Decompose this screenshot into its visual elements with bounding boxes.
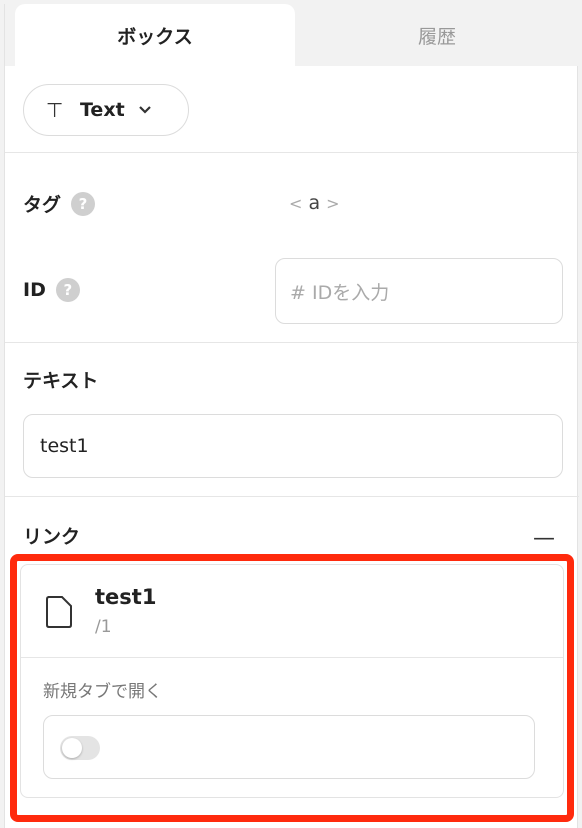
divider	[5, 342, 579, 343]
chevron-down-icon	[138, 103, 151, 117]
help-icon[interactable]: ?	[55, 278, 80, 302]
new-tab-toggle-container	[43, 715, 535, 779]
text-input[interactable]: test1	[23, 414, 563, 478]
element-type-label: Text	[80, 99, 125, 121]
divider	[21, 657, 563, 658]
help-icon[interactable]: ?	[71, 191, 96, 216]
text-cursor-icon: ⊤	[46, 98, 64, 122]
page-icon	[45, 595, 73, 629]
text-label: テキスト	[23, 370, 99, 392]
tag-label: タグ ?	[23, 190, 96, 217]
link-page-path: /1	[95, 617, 112, 637]
divider	[5, 152, 579, 153]
tag-value: < a >	[289, 192, 340, 214]
tab-bar: ボックス 履歴	[5, 4, 579, 66]
tab-history[interactable]: 履歴	[295, 4, 579, 66]
id-input[interactable]: # IDを入力	[275, 258, 563, 324]
element-type-dropdown[interactable]: ⊤ Text	[23, 84, 189, 136]
link-page-name[interactable]: test1	[95, 585, 156, 609]
divider	[5, 496, 579, 497]
id-label: ID ?	[23, 278, 80, 302]
tab-box[interactable]: ボックス	[15, 4, 295, 66]
link-label: リンク	[23, 526, 81, 548]
collapse-button[interactable]: —	[533, 526, 555, 551]
toggle-knob	[62, 738, 82, 758]
new-tab-toggle[interactable]	[60, 736, 100, 760]
new-tab-label: 新規タブで開く	[43, 682, 162, 702]
link-card: test1 /1 新規タブで開く	[20, 564, 564, 798]
